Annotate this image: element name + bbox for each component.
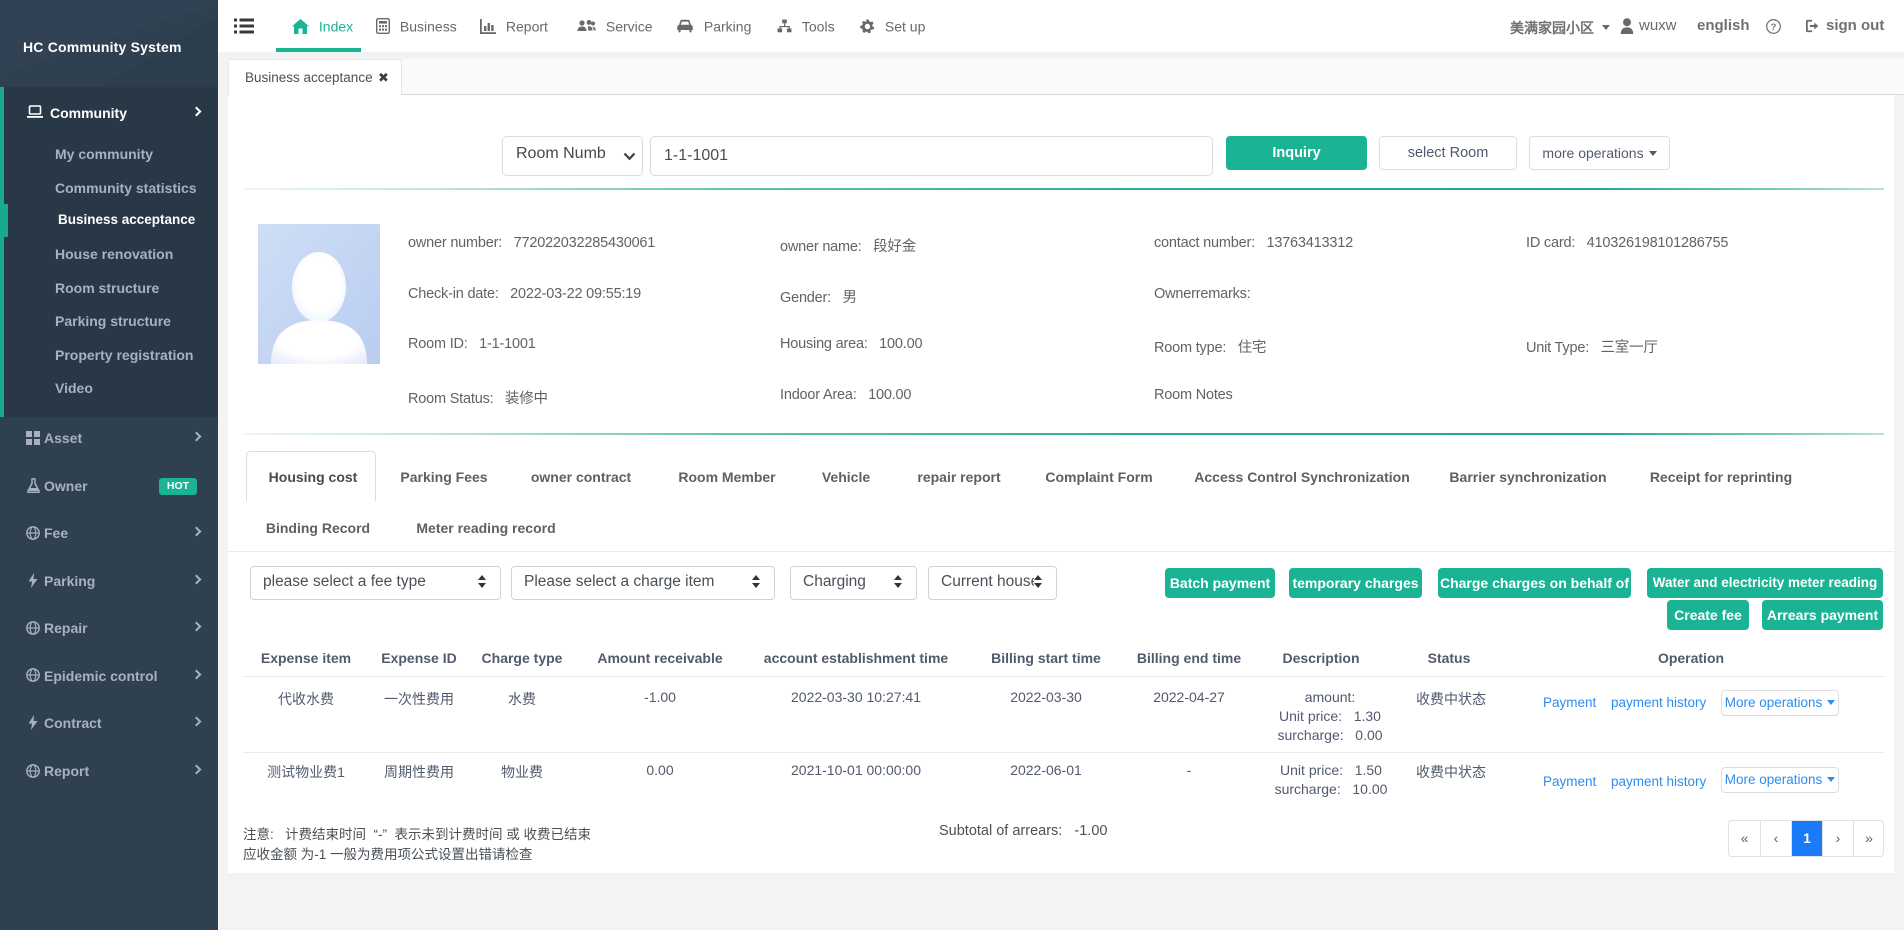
svg-text:?: ? [1771, 22, 1777, 33]
